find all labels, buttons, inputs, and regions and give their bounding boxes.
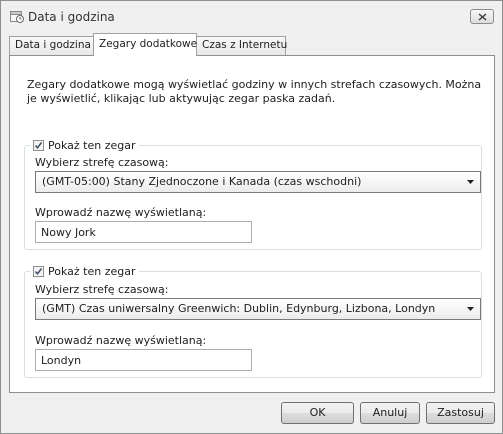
- clock-1-timezone-select[interactable]: (GMT-05:00) Stany Zjednoczone i Kanada (…: [35, 171, 481, 193]
- clock-2-show-checkbox[interactable]: [33, 266, 44, 277]
- description-text: Zegary dodatkowe mogą wyświetlać godziny…: [27, 78, 482, 105]
- dialog-window: Data i godzina Data i godzina Zegary dod…: [0, 0, 503, 434]
- clock-2-show-label: Pokaż ten zegar: [48, 265, 136, 278]
- clock-1-timezone-label: Wybierz strefę czasową:: [35, 156, 169, 169]
- clock-calendar-icon: [10, 9, 24, 23]
- tab-internet-time[interactable]: Czas z Internetu: [196, 36, 287, 55]
- checkmark-icon: [34, 142, 43, 149]
- clock-2-timezone-value: (GMT) Czas uniwersalny Greenwich: Dublin…: [42, 302, 436, 315]
- tab-additional-clocks[interactable]: Zegary dodatkowe: [93, 33, 197, 56]
- ok-button[interactable]: OK: [281, 402, 354, 424]
- chevron-down-icon: [467, 180, 474, 184]
- chevron-down-icon: [467, 307, 474, 311]
- tab-panel: Zegary dodatkowe mogą wyświetlać godziny…: [9, 55, 495, 393]
- close-icon: [478, 13, 487, 21]
- title-bar: Data i godzina: [1, 1, 502, 31]
- clock-1-name-input[interactable]: [35, 221, 252, 243]
- tab-date-time[interactable]: Data i godzina: [9, 36, 94, 55]
- clock-2-name-input[interactable]: [35, 349, 252, 371]
- clock-2-show-checkbox-row[interactable]: Pokaż ten zegar: [30, 264, 139, 279]
- clock-1-name-label: Wprowadź nazwę wyświetlaną:: [35, 206, 207, 219]
- checkmark-icon: [34, 268, 43, 275]
- cancel-button[interactable]: Anuluj: [360, 402, 420, 424]
- clock-2-name-label: Wprowadź nazwę wyświetlaną:: [35, 334, 207, 347]
- clock-2-timezone-select[interactable]: (GMT) Czas uniwersalny Greenwich: Dublin…: [35, 298, 481, 320]
- clock-1-timezone-value: (GMT-05:00) Stany Zjednoczone i Kanada (…: [42, 175, 362, 188]
- clock-1-show-checkbox-row[interactable]: Pokaż ten zegar: [30, 138, 139, 153]
- clock-1-show-label: Pokaż ten zegar: [48, 139, 136, 152]
- apply-button[interactable]: Zastosuj: [426, 402, 495, 424]
- clock-2-timezone-label: Wybierz strefę czasową:: [35, 283, 169, 296]
- close-button[interactable]: [470, 9, 494, 24]
- window-title: Data i godzina: [28, 10, 115, 24]
- clock-1-show-checkbox[interactable]: [33, 140, 44, 151]
